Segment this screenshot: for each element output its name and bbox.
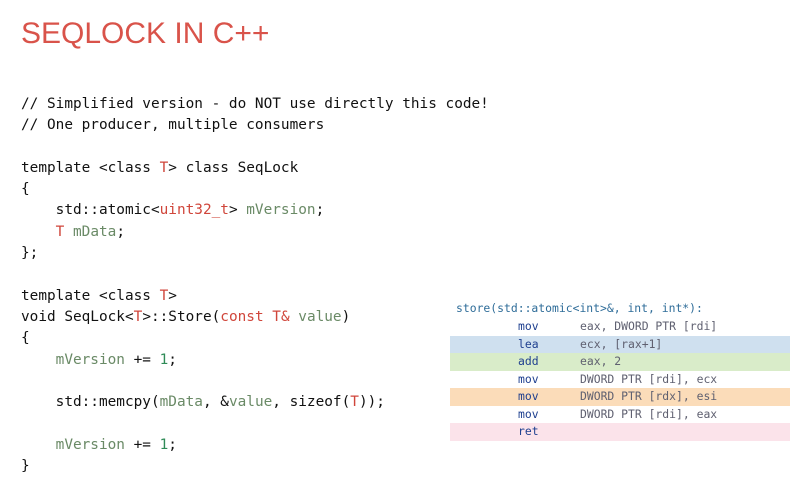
code-token: mVersion	[246, 202, 316, 219]
slide: SEQLOCK IN C++ // Simplified version - d…	[0, 0, 798, 486]
code-token: T	[350, 394, 359, 411]
assembly-row: mov DWORD PTR [rdi], ecx	[450, 370, 790, 388]
code-block: // Simplified version - do NOT use direc…	[21, 94, 489, 477]
code-token: > class SeqLock	[168, 159, 299, 176]
assembly-row: lea ecx, [rax+1]	[450, 335, 790, 353]
code-line: void SeqLock<T>::Store(const T& value)	[21, 307, 489, 328]
code-token: , &	[202, 394, 229, 411]
assembly-opcode: ret	[518, 424, 539, 438]
code-token: ));	[358, 394, 385, 411]
assembly-panel: store(std::atomic<int>&, int, int*): mov…	[450, 298, 790, 446]
code-token: ;	[168, 351, 177, 368]
code-token: )	[341, 308, 351, 325]
code-token: const T&	[220, 308, 290, 325]
assembly-function-header: store(std::atomic<int>&, int, int*):	[456, 301, 703, 315]
code-token: 1	[159, 436, 169, 453]
code-token: // Simplified version - do NOT use direc…	[21, 96, 489, 112]
code-token: ;	[168, 436, 177, 453]
code-line: template <class T>	[21, 286, 489, 307]
assembly-row: mov eax, DWORD PTR [rdi]	[450, 318, 790, 336]
code-token: T	[159, 287, 169, 304]
code-token: std::memcpy(	[21, 394, 160, 411]
code-line: // One producer, multiple consumers	[21, 115, 489, 136]
code-line: mVersion += 1;	[21, 350, 489, 371]
code-token: , sizeof(	[272, 394, 351, 411]
assembly-opcode: mov	[518, 406, 539, 421]
assembly-operands: ecx, [rax+1]	[580, 336, 663, 351]
code-token: ;	[116, 223, 125, 240]
assembly-operands: DWORD PTR [rdi], ecx	[580, 371, 718, 386]
code-token: mVersion	[55, 351, 125, 368]
code-token: ;	[315, 202, 325, 219]
assembly-operands: eax, DWORD PTR [rdi]	[580, 319, 718, 333]
assembly-opcode: mov	[518, 371, 539, 386]
assembly-opcode: mov	[518, 319, 539, 333]
assembly-opcode: add	[518, 354, 539, 368]
assembly-row: mov DWORD PTR [rdi], eax	[450, 405, 790, 423]
assembly-row: add eax, 2	[450, 353, 790, 371]
code-token: }	[21, 458, 30, 475]
code-token: template <class	[21, 287, 160, 304]
code-token: value	[298, 308, 342, 325]
code-line: T mData;	[21, 222, 489, 243]
code-token: +=	[124, 351, 160, 368]
code-line: {	[21, 179, 489, 200]
code-token: mVersion	[55, 436, 125, 453]
code-line: template <class T> class SeqLock	[21, 158, 489, 179]
code-line: std::atomic<uint32_t> mVersion;	[21, 200, 489, 221]
code-token: uint32_t	[159, 202, 229, 219]
assembly-opcode: mov	[518, 389, 539, 403]
code-token: template <class	[21, 159, 160, 176]
code-token: {	[21, 330, 30, 347]
code-token: 1	[159, 351, 169, 368]
code-token: +=	[124, 436, 160, 453]
assembly-operands: DWORD PTR [rdi], eax	[580, 406, 718, 421]
code-token: // One producer, multiple consumers	[21, 117, 325, 134]
assembly-operands: DWORD PTR [rdx], esi	[580, 389, 718, 403]
code-line: }	[21, 456, 489, 477]
code-token: >::Store(	[142, 308, 221, 325]
code-token: mData	[73, 223, 117, 240]
code-token: std::atomic<	[21, 202, 160, 219]
code-token: >	[168, 287, 177, 304]
code-token: void SeqLock<	[21, 308, 134, 325]
slide-title: SEQLOCK IN C++	[21, 17, 270, 50]
code-line: mVersion += 1;	[21, 435, 489, 456]
assembly-row: mov DWORD PTR [rdx], esi	[450, 388, 790, 406]
code-line: std::memcpy(mData, &value, sizeof(T));	[21, 392, 489, 413]
code-line: // Simplified version - do NOT use direc…	[21, 94, 489, 115]
code-token: };	[21, 245, 39, 262]
code-token: >	[228, 202, 247, 219]
code-token: {	[21, 181, 30, 198]
code-token: T	[133, 308, 143, 325]
code-token: T	[159, 159, 169, 176]
assembly-opcode: lea	[518, 336, 539, 351]
assembly-operands: eax, 2	[580, 354, 622, 368]
code-token: value	[228, 394, 273, 411]
code-line: };	[21, 243, 489, 264]
code-token: mData	[159, 394, 203, 411]
assembly-row: ret	[450, 423, 790, 441]
code-line: {	[21, 328, 489, 349]
